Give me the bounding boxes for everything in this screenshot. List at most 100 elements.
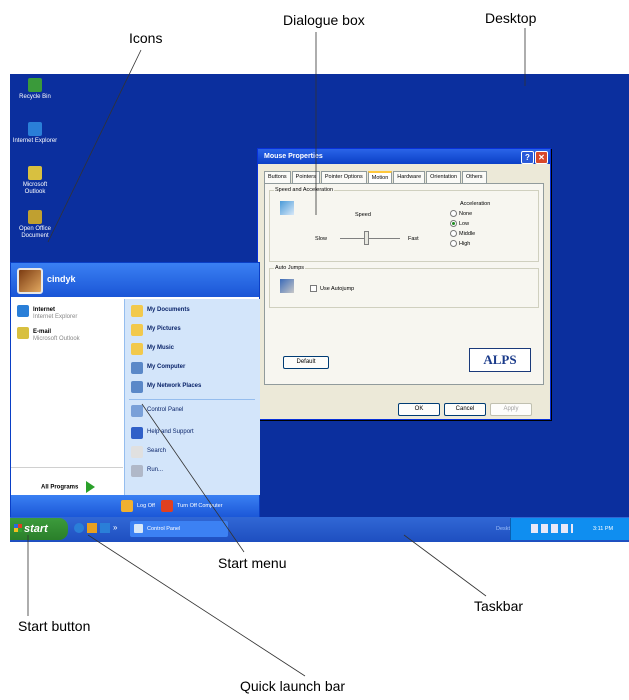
radio-button[interactable] (450, 210, 457, 217)
quick-launch-bar: » (74, 523, 119, 535)
desktop-icon-label: Recycle Bin (19, 94, 51, 100)
pinned-item-subtitle: Internet Explorer (33, 314, 78, 320)
apply-button[interactable]: Apply (490, 403, 532, 416)
speed-acceleration-group: Speed and Acceleration Speed Slow Fast A… (269, 187, 539, 262)
callout-quick-launch-bar: Quick launch bar (240, 678, 346, 694)
alps-logo: ALPS (469, 348, 531, 372)
help-icon (131, 427, 143, 439)
run-icon (131, 465, 143, 477)
network-icon (131, 381, 143, 393)
search-icon (131, 446, 143, 458)
acceleration-option-label: None (459, 210, 473, 217)
radio-button[interactable] (450, 240, 457, 247)
user-name: cindyk (47, 274, 76, 284)
green-arrow-icon (86, 481, 96, 493)
acceleration-option-low[interactable]: Low (450, 220, 469, 227)
cancel-button[interactable]: Cancel (444, 403, 486, 416)
help-button[interactable]: ? (521, 151, 534, 164)
clock: 3:11 PM (593, 526, 614, 532)
start-menu-item-label: Search (147, 448, 167, 454)
dialog-title-bar[interactable]: Mouse Properties ? ✕ (258, 149, 550, 164)
start-menu-right-pane: My Documents My Pictures My Music My Comput… (124, 299, 260, 495)
callout-dialogue-box: Dialogue box (283, 12, 365, 28)
taskbar[interactable]: start » Control Panel Desktop 3:11 PM (10, 517, 629, 542)
control-panel-icon (134, 524, 143, 533)
all-programs-button[interactable]: All Programs (41, 481, 96, 493)
checkbox-box[interactable] (310, 285, 317, 292)
system-tray: 3:11 PM (510, 518, 629, 540)
speed-slider-thumb[interactable] (364, 231, 369, 245)
recycle-bin-icon (28, 78, 42, 92)
outlook-icon (17, 327, 29, 339)
control-panel-icon (131, 405, 143, 417)
desktop-icon[interactable]: Recycle Bin (12, 78, 58, 101)
use-autojump-checkbox[interactable]: Use Autojump (310, 285, 354, 292)
start-menu-left-pane: Internet Internet Explorer E-mail Microsoft… (11, 299, 123, 495)
folder-icon (131, 305, 143, 317)
start-menu-item-label: Help and Support (147, 429, 194, 435)
callout-start-button: Start button (18, 618, 91, 634)
tab-buttons[interactable]: Buttons (264, 171, 291, 183)
tray-icons[interactable] (531, 524, 573, 533)
desktop-icon-label: Internet Explorer (12, 138, 58, 144)
auto-jumps-group: Auto Jumps Use Autojump (269, 265, 539, 308)
acceleration-option-label: High (459, 240, 471, 247)
autojump-icon (280, 279, 294, 293)
radio-button[interactable] (450, 220, 457, 227)
auto-jumps-label: Auto Jumps (274, 265, 306, 271)
quick-launch-chevron-icon[interactable]: » (113, 523, 119, 533)
pinned-item-text: Internet Internet Explorer (33, 307, 77, 321)
default-button[interactable]: Default (283, 356, 329, 369)
callout-start-menu: Start menu (218, 555, 287, 571)
internet-explorer-icon[interactable] (74, 523, 84, 533)
motion-tab-panel: Speed and Acceleration Speed Slow Fast A… (264, 183, 544, 385)
speed-label: Speed (355, 212, 371, 218)
desktop-icon[interactable]: Microsoft Outlook (12, 166, 58, 196)
pinned-item-title: Internet (33, 307, 56, 313)
speed-slider-track (340, 238, 400, 239)
taskbar-task-label: Control Panel (147, 526, 181, 532)
show-desktop-icon[interactable] (100, 523, 110, 533)
desktop-icon[interactable]: Open Office Document (12, 210, 58, 240)
log-off-button[interactable]: Log Off (137, 503, 155, 509)
start-menu-item-label: My Network Places (147, 383, 202, 389)
left-pane-divider (11, 467, 123, 468)
desktop-screen[interactable]: Recycle Bin Internet Explorer Microsoft Ou… (10, 74, 629, 542)
tab-hardware[interactable]: Hardware (393, 171, 426, 183)
tab-pointers[interactable]: Pointers (291, 171, 320, 183)
start-menu-item-label: My Computer (147, 364, 186, 370)
close-button[interactable]: ✕ (535, 151, 548, 164)
acceleration-option-high[interactable]: High (450, 240, 470, 247)
tab-pointer-options[interactable]: Pointer Options (320, 171, 367, 183)
desktop-icon[interactable]: Internet Explorer (12, 122, 58, 145)
dialog-tabs: Buttons Pointers Pointer Options Motion Hard… (264, 171, 488, 184)
speed-acceleration-label: Speed and Acceleration (274, 187, 335, 193)
start-menu-item-label: Run... (147, 467, 164, 473)
callout-desktop: Desktop (485, 10, 537, 26)
desktop-icon-label: Microsoft Outlook (22, 182, 48, 195)
power-icon (161, 500, 173, 512)
ok-button[interactable]: OK (398, 403, 440, 416)
start-menu-item-label: My Pictures (147, 326, 181, 332)
internet-explorer-icon (17, 305, 29, 317)
tab-orientation[interactable]: Orientation (426, 171, 462, 183)
start-menu-footer: Log Off Turn Off Computer (11, 495, 259, 518)
acceleration-option-label: Middle (459, 230, 476, 237)
radio-button[interactable] (450, 230, 457, 237)
mouse-properties-dialog[interactable]: Mouse Properties ? ✕ Buttons Pointers Poin… (257, 148, 551, 420)
start-menu-item-label: Control Panel (147, 407, 184, 413)
start-button[interactable]: start (10, 518, 68, 540)
use-autojump-label: Use Autojump (320, 285, 355, 292)
desktop-icon-label: Open Office Document (19, 226, 51, 239)
dialog-title: Mouse Properties (264, 153, 323, 160)
start-menu[interactable]: cindyk Internet Internet Explorer E-mail Mi… (10, 262, 260, 519)
taskbar-button-control-panel[interactable]: Control Panel (130, 521, 228, 537)
outlook-icon[interactable] (87, 523, 97, 533)
log-off-icon (121, 500, 133, 512)
acceleration-option-middle[interactable]: Middle (450, 230, 475, 237)
fast-label: Fast (408, 236, 419, 242)
acceleration-option-none[interactable]: None (450, 210, 472, 217)
turn-off-button[interactable]: Turn Off Computer (177, 503, 223, 509)
tab-others[interactable]: Others (462, 171, 487, 183)
start-menu-item-label: My Music (147, 345, 175, 351)
